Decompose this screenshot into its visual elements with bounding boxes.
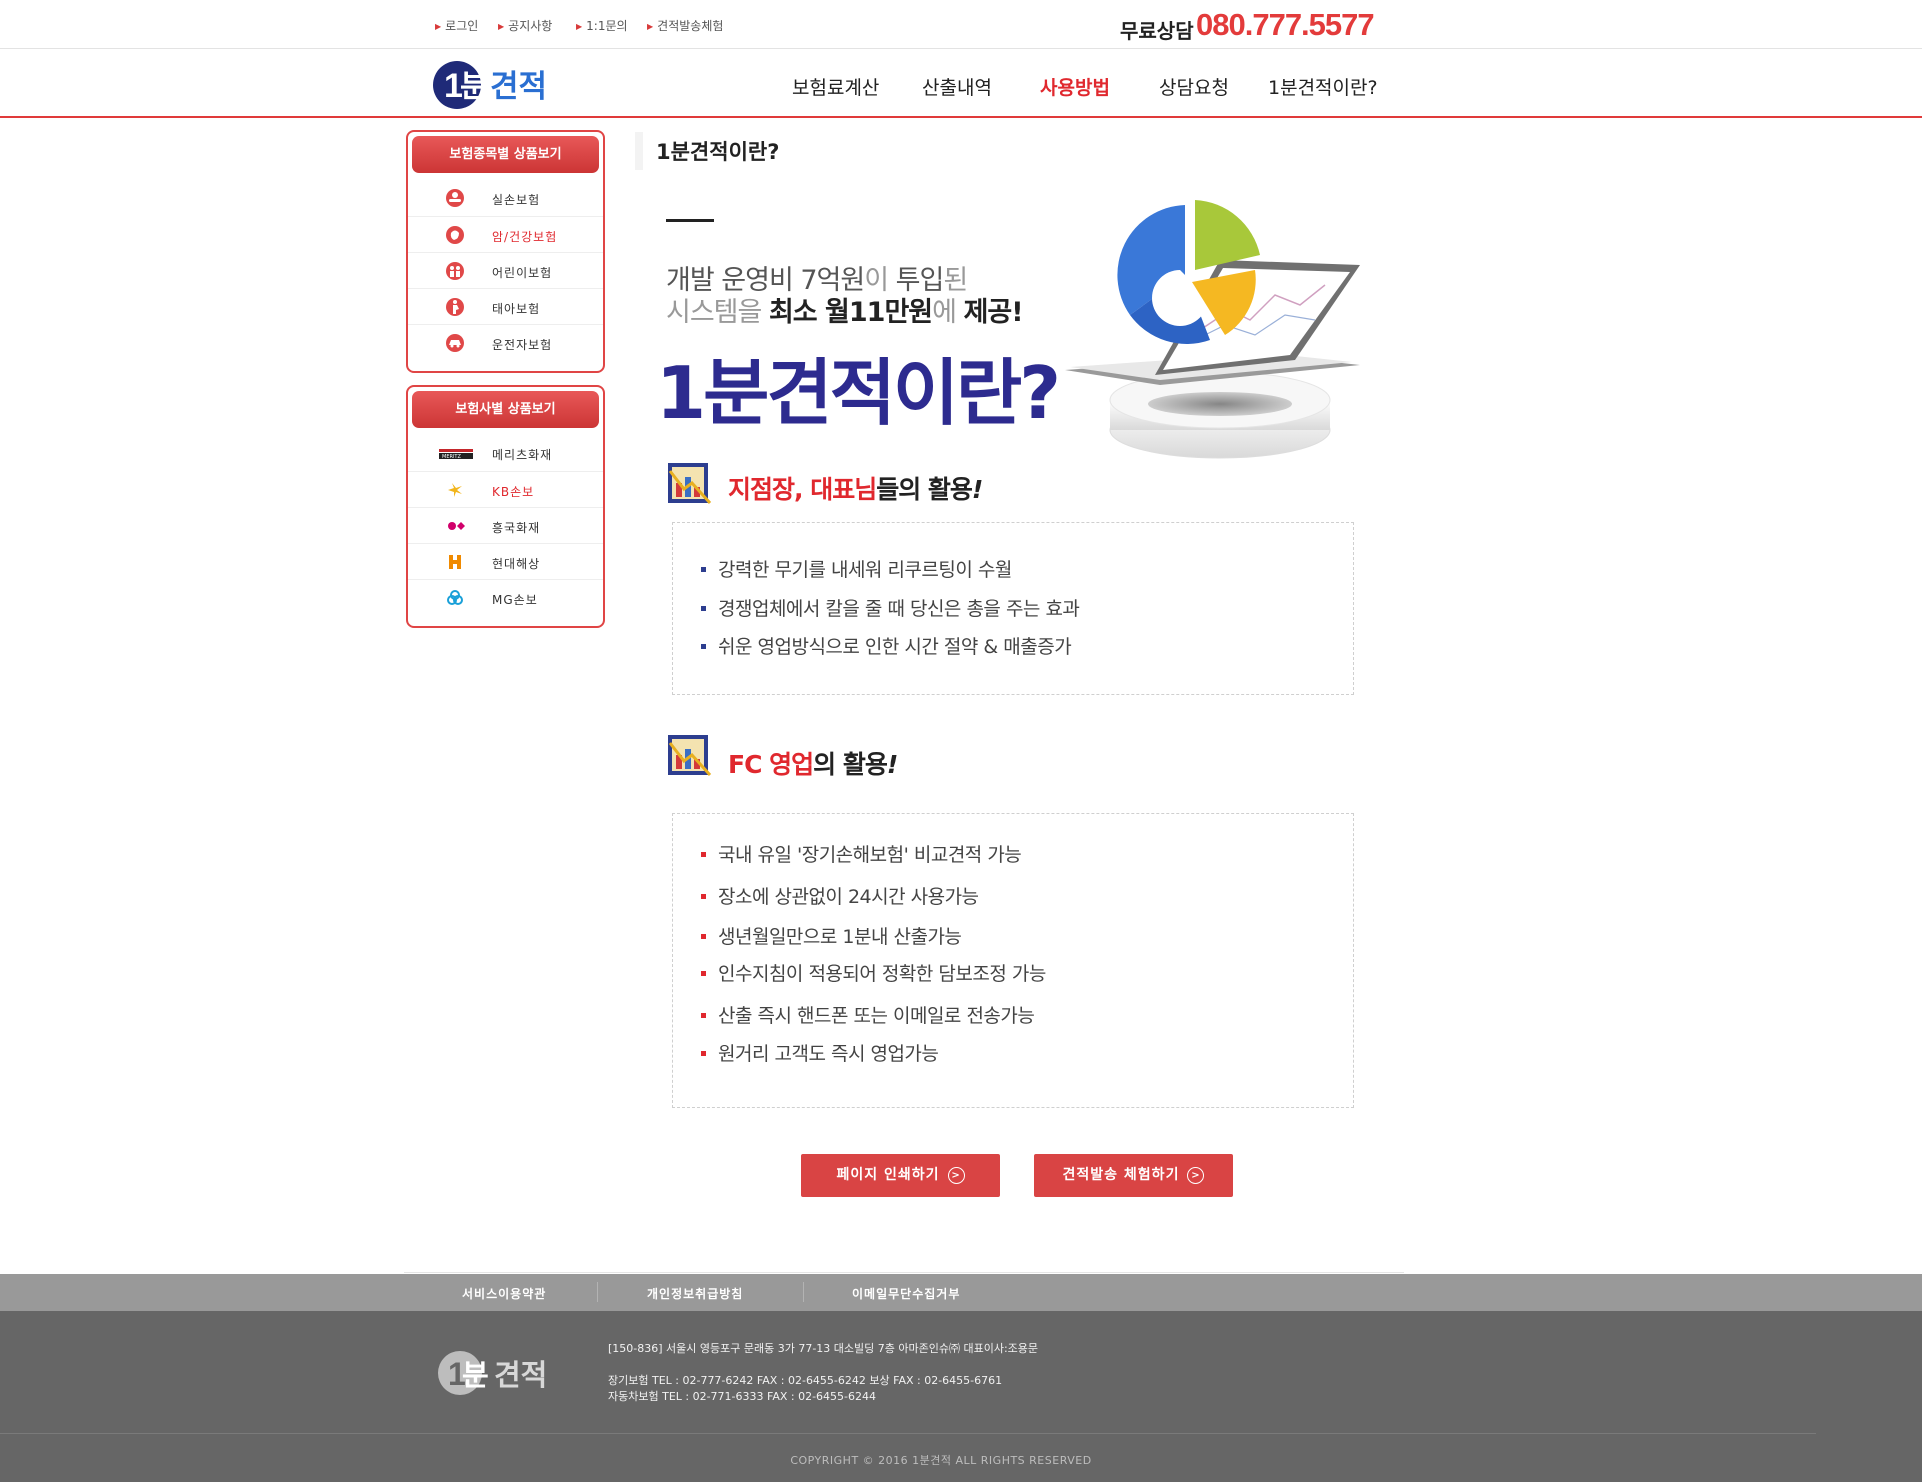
login-link[interactable]: ▶ 로그인 — [435, 17, 478, 34]
notice-link[interactable]: ▶ 공지사항 — [498, 17, 552, 34]
inquiry-link[interactable]: ▶ 1:1문의 — [576, 17, 628, 34]
divider — [597, 1282, 598, 1302]
footer-top-line — [404, 1272, 1404, 1273]
svg-text:MERITZ: MERITZ — [442, 454, 461, 460]
privacy-link[interactable]: 개인정보취급방침 — [647, 1285, 743, 1302]
section1-list: 강력한 무기를 내세워 리쿠르팅이 수월 경쟁업체에서 칼을 줄 때 당신은 총… — [672, 522, 1354, 695]
svg-text:분: 분 — [460, 69, 489, 105]
sidebar-item-fetus[interactable]: 태아보험 — [408, 288, 603, 324]
section2-list: 국내 유일 '장기손해보험' 비교견적 가능 장소에 상관없이 24시간 사용가… — [672, 813, 1354, 1108]
square-bullet-icon — [701, 971, 706, 976]
chart-icon — [668, 735, 712, 777]
section2-title: FC 영업의 활용! — [728, 750, 898, 779]
meritz-logo-icon: MERITZ — [439, 449, 473, 460]
arrow-right-icon: > — [1187, 1166, 1205, 1184]
quote-trial-button[interactable]: 견적발송 체험하기 > — [1034, 1154, 1233, 1197]
nav-how-to-use[interactable]: 사용방법 — [1040, 73, 1110, 100]
sidebar-item-kb[interactable]: KB손보 — [408, 471, 603, 507]
square-bullet-icon — [701, 852, 706, 857]
sidebar-item-hyundai[interactable]: 현대해상 — [408, 543, 603, 579]
site-logo[interactable]: 1 분 견적 — [430, 57, 560, 111]
laptop-pie-chart-illustration — [1065, 200, 1360, 459]
divider — [803, 1282, 804, 1302]
nav-consult-request[interactable]: 상담요청 — [1159, 73, 1229, 100]
hero-line-2: 시스템을 최소 월11만원에 제공! — [666, 297, 1024, 328]
list-item: 강력한 무기를 내세워 리쿠르팅이 수월 — [701, 555, 1012, 582]
list-item: 원거리 고객도 즉시 영업가능 — [701, 1039, 939, 1066]
print-page-button[interactable]: 페이지 인쇄하기 > — [801, 1154, 1000, 1197]
svg-text:견적: 견적 — [494, 1358, 547, 1392]
sidebar-by-type-title: 보험종목별 상품보기 — [412, 136, 599, 173]
heungkuk-logo-icon — [448, 522, 465, 530]
sidebar-item-cancer-health[interactable]: 암/건강보험 — [408, 216, 603, 252]
square-bullet-icon — [701, 1013, 706, 1018]
list-item: 경쟁업체에서 칼을 줄 때 당신은 총을 주는 효과 — [701, 594, 1080, 621]
section1-title: 지점장, 대표님들의 활용! — [728, 475, 983, 504]
sidebar-item-meritz[interactable]: MERITZ 메리츠화재 — [408, 435, 603, 471]
quote-trial-link[interactable]: ▶ 견적발송체험 — [647, 17, 723, 34]
sidebar-item-child[interactable]: 어린이보험 — [408, 252, 603, 288]
hero-dash — [666, 219, 714, 222]
sidebar-item-medical[interactable]: 실손보험 — [408, 180, 603, 216]
car-icon — [446, 334, 464, 352]
svg-text:견적: 견적 — [490, 69, 547, 105]
triangle-bullet-icon: ▶ — [647, 22, 654, 31]
list-item: 인수지침이 적용되어 정확한 담보조정 가능 — [701, 959, 1046, 986]
consult-phone-number: 080.777.5577 — [1196, 7, 1375, 42]
list-item: 쉬운 영업방식으로 인한 시간 절약 & 매출증가 — [701, 632, 1072, 659]
triangle-bullet-icon: ▶ — [435, 22, 442, 31]
child-icon — [446, 262, 464, 280]
nav-premium-calc[interactable]: 보험료계산 — [792, 73, 879, 100]
triangle-bullet-icon: ▶ — [498, 22, 505, 31]
divider — [0, 1433, 1816, 1434]
square-bullet-icon — [701, 567, 706, 572]
footer-logo: 1 분 견적 — [438, 1351, 547, 1395]
list-item: 산출 즉시 핸드폰 또는 이메일로 전송가능 — [701, 1001, 1035, 1028]
square-bullet-icon — [701, 894, 706, 899]
square-bullet-icon — [701, 644, 706, 649]
square-bullet-icon — [701, 606, 706, 611]
main-header: 1 분 견적 보험료계산 산출내역 사용방법 상담요청 1분견적이란? — [0, 49, 1922, 118]
pregnancy-icon — [446, 298, 464, 316]
list-item: 생년월일만으로 1분내 산출가능 — [701, 922, 962, 949]
square-bullet-icon — [701, 934, 706, 939]
hyundai-logo-icon — [449, 555, 461, 569]
utility-bar: ▶ 로그인 ▶ 공지사항 ▶ 1:1문의 ▶ 견적발송체험 무료상담 080.777.5… — [0, 0, 1922, 49]
sidebar-by-company-title: 보험사별 상품보기 — [412, 391, 599, 428]
hero-headline: 1분견적이란? — [656, 351, 1061, 435]
sidebar-item-driver[interactable]: 운전자보험 — [408, 324, 603, 360]
sidebar-item-mg[interactable]: MG손보 — [408, 579, 603, 615]
svg-text:분: 분 — [462, 1358, 489, 1392]
sidebar-item-heungkuk[interactable]: 흥국화재 — [408, 507, 603, 543]
footer-address: [150-836] 서울시 영등포구 문래동 3가 77-13 대소빌딩 7층 … — [608, 1342, 1039, 1355]
page-title: 1분견적이란? — [656, 140, 780, 164]
page-title-bar — [635, 132, 643, 170]
sidebar-by-type: 보험종목별 상품보기 실손보험 암/건강보험 어린이보험 태아보험 운전자보험 — [406, 130, 605, 373]
square-bullet-icon — [701, 1051, 706, 1056]
list-item: 장소에 상관없이 24시간 사용가능 — [701, 882, 979, 909]
footer-long-term-contact: 장기보험 TEL : 02-777-6242 FAX : 02-6455-624… — [608, 1374, 1003, 1387]
triangle-bullet-icon: ▶ — [576, 22, 583, 31]
health-icon — [446, 226, 464, 244]
terms-link[interactable]: 서비스이용약관 — [462, 1285, 546, 1302]
no-email-collect-link[interactable]: 이메일무단수집거부 — [852, 1285, 960, 1302]
sidebar-by-company: 보험사별 상품보기 MERITZ 메리츠화재 KB손보 흥국화재 현대해상 MG… — [406, 385, 605, 628]
nav-calc-history[interactable]: 산출내역 — [922, 73, 992, 100]
mg-logo-icon — [447, 590, 463, 605]
kb-star-icon — [448, 483, 462, 497]
medical-icon — [446, 189, 464, 207]
chart-icon — [668, 463, 712, 505]
footer-links-bar: 서비스이용약관 개인정보취급방침 이메일무단수집거부 — [0, 1274, 1922, 1311]
nav-about[interactable]: 1분견적이란? — [1268, 73, 1378, 100]
footer-auto-contact: 자동차보험 TEL : 02-771-6333 FAX : 02-6455-62… — [608, 1390, 877, 1403]
free-consult-label: 무료상담 — [1120, 19, 1194, 43]
copyright: COPYRIGHT © 2016 1분견적 ALL RIGHTS RESERVE… — [790, 1454, 1092, 1467]
footer: 1 분 견적 [150-836] 서울시 영등포구 문래동 3가 77-13 대… — [0, 1311, 1922, 1482]
list-item: 국내 유일 '장기손해보험' 비교견적 가능 — [701, 840, 1022, 867]
arrow-right-icon: > — [947, 1166, 965, 1184]
